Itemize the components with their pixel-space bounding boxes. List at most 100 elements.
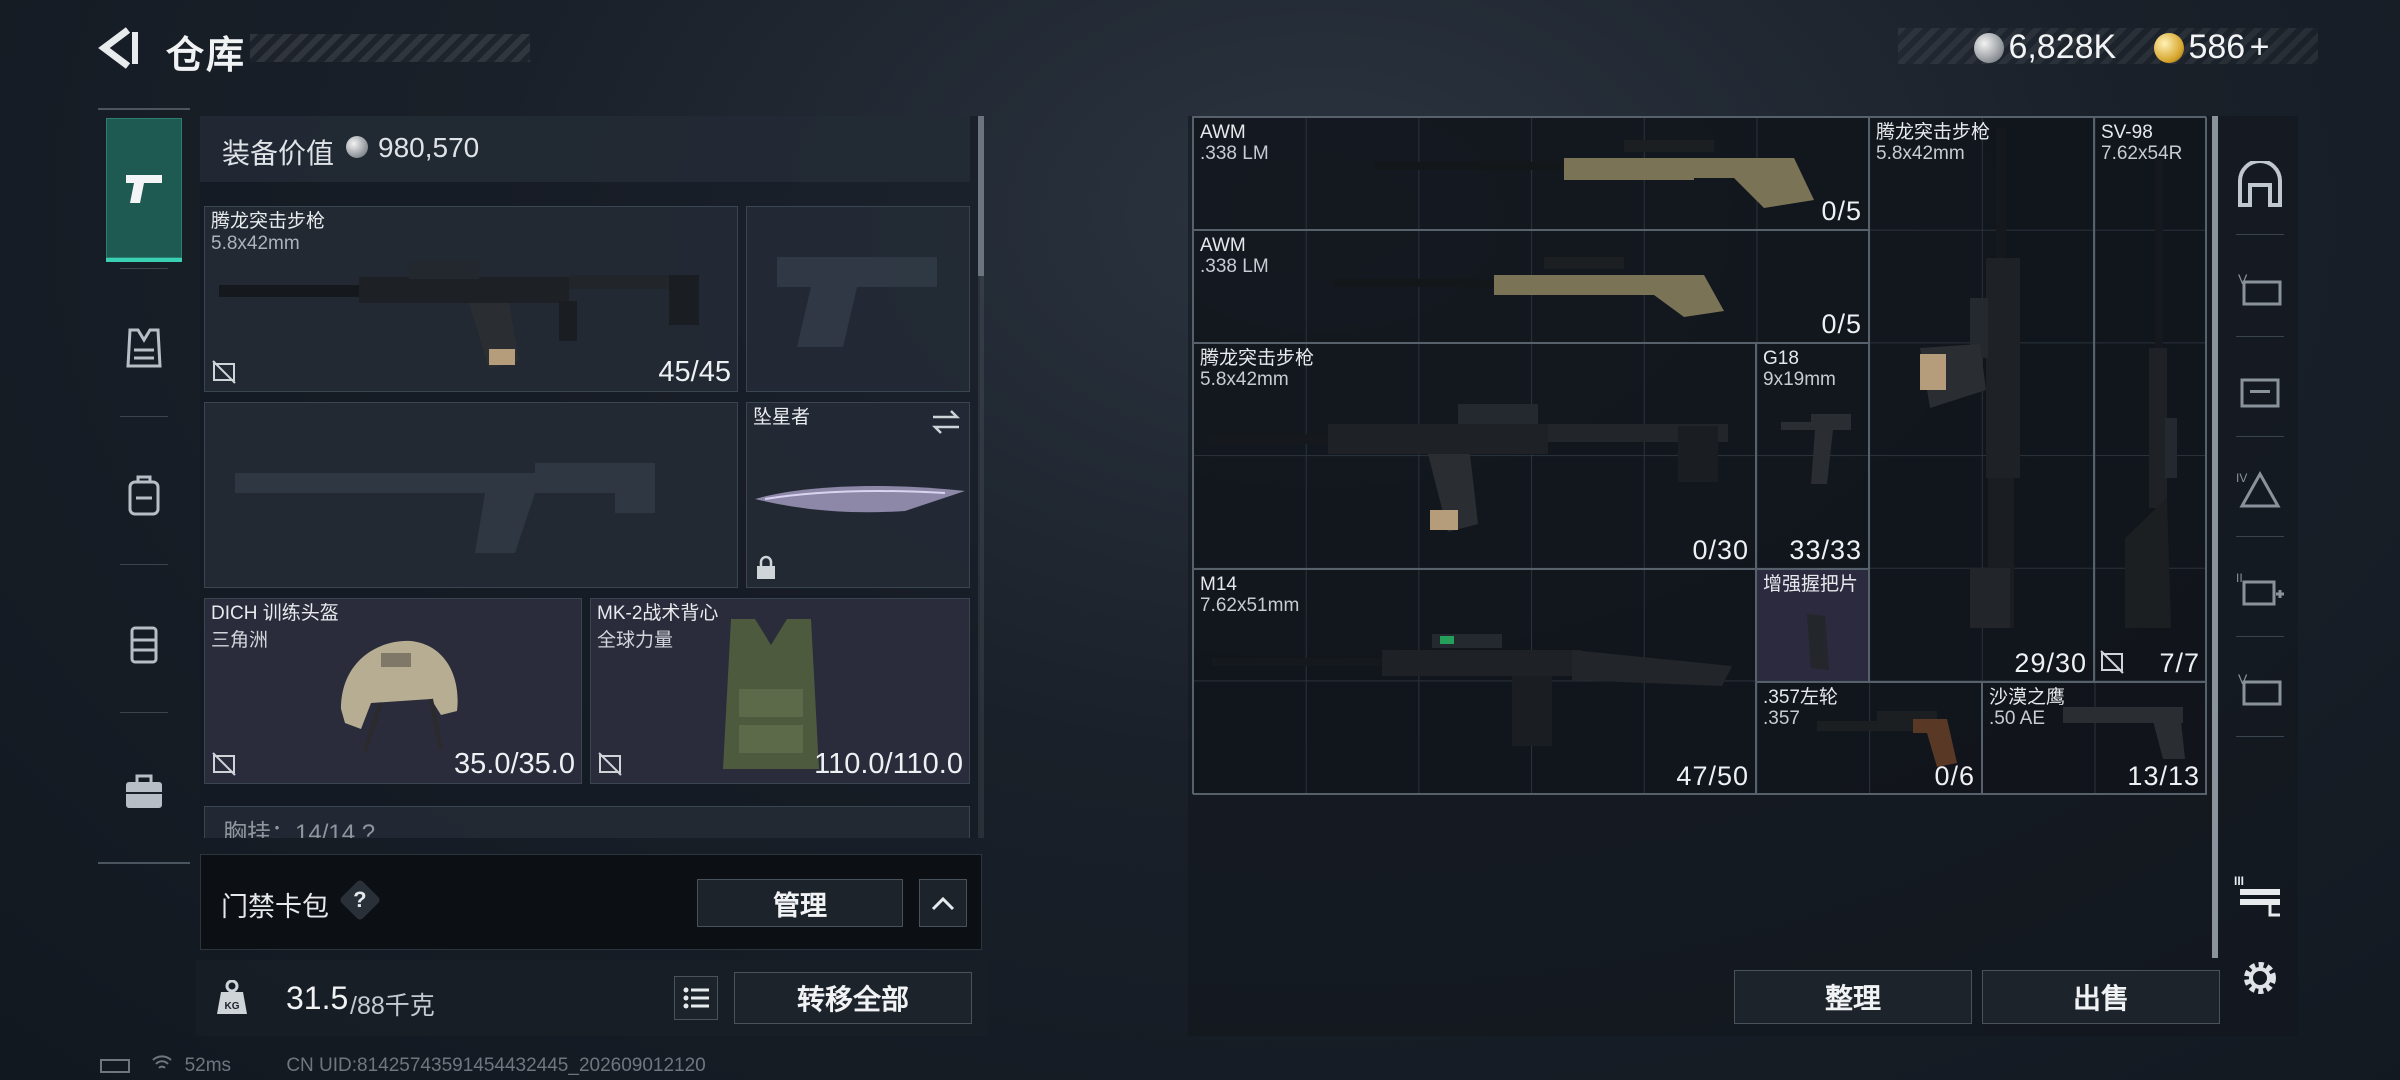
stash-home-icon bbox=[2238, 161, 2282, 207]
backpack-icon bbox=[128, 475, 160, 516]
svg-text:KG: KG bbox=[225, 1001, 240, 1012]
stash-pages-rail: V IV II V III bbox=[2222, 116, 2298, 1036]
assault-rifle-image bbox=[1920, 128, 2020, 628]
pistol-slot-empty[interactable] bbox=[746, 206, 970, 392]
category-weapons[interactable] bbox=[106, 118, 182, 262]
armor-durability: 110.0/110.0 bbox=[814, 748, 963, 780]
rail-tab-v2[interactable]: V bbox=[2232, 662, 2288, 718]
gold-amount: 586 bbox=[2188, 28, 2246, 66]
svg-text:II: II bbox=[2236, 571, 2243, 585]
category-armor-rig[interactable] bbox=[106, 278, 182, 418]
silver-currency: 6,828K bbox=[1974, 28, 2116, 67]
pistol-icon bbox=[126, 175, 162, 203]
no-insurance-icon bbox=[2100, 650, 2124, 674]
collapse-button[interactable] bbox=[919, 879, 967, 927]
rail-tab-iii-weapons[interactable]: III bbox=[2232, 868, 2288, 924]
access-card-label: 门禁卡包 bbox=[221, 892, 329, 922]
stash-grid: AWM .338 LM 0/5 AWM .338 LM 0/5 腾龙突击步枪 5… bbox=[1192, 116, 2207, 795]
chest-rig-slot[interactable]: 胸挂：14/14 ? bbox=[204, 806, 970, 838]
uid-text: CN UID:8142574359145443244​5_20260901212… bbox=[286, 1055, 706, 1077]
loadout-panel: 装备价值 980,570 腾龙突击步枪 5.8x42mm 45/45 坠星者 D… bbox=[200, 116, 980, 838]
secondary-weapon-slot-empty[interactable] bbox=[204, 402, 738, 588]
gold-coin-icon bbox=[2154, 32, 2184, 63]
silver-coin-icon bbox=[1974, 32, 2004, 63]
page-case-icon bbox=[2240, 378, 2280, 408]
stash-item-revolver[interactable]: .357左轮 .357 0/6 bbox=[1756, 682, 1982, 795]
settings-button[interactable] bbox=[2232, 950, 2288, 1006]
gold-currency[interactable]: 586 + bbox=[2154, 28, 2270, 67]
list-view-button[interactable] bbox=[674, 976, 718, 1020]
swap-icon[interactable] bbox=[931, 409, 961, 435]
no-insurance-icon bbox=[212, 752, 236, 776]
no-insurance-icon bbox=[598, 752, 622, 776]
chest-rig-icon bbox=[130, 626, 158, 664]
assault-rifle-image bbox=[1208, 404, 1728, 532]
knife-image bbox=[755, 485, 965, 513]
equipment-value-label: 装备价值 bbox=[222, 138, 335, 169]
pistol-placeholder-icon bbox=[777, 257, 937, 347]
page-iv-icon: IV bbox=[2236, 470, 2281, 508]
stash-item-assault-rifle-vertical[interactable]: 腾龙突击步枪 5.8x42mm 29/30 bbox=[1869, 117, 2094, 682]
weight-icon: KG bbox=[196, 960, 268, 1036]
helmet-durability: 35.0/35.0 bbox=[454, 748, 575, 780]
helmet-name: DICH 训练头盔 bbox=[211, 603, 339, 624]
manage-button[interactable]: 管理 bbox=[697, 879, 903, 927]
stash-item-assault-rifle[interactable]: 腾龙突击步枪 5.8x42mm 0/30 bbox=[1193, 343, 1756, 569]
add-currency-icon[interactable]: + bbox=[2250, 28, 2270, 66]
primary-weapon-slot[interactable]: 腾龙突击步枪 5.8x42mm 45/45 bbox=[204, 206, 738, 392]
help-icon[interactable]: ? bbox=[338, 878, 382, 922]
wifi-icon bbox=[151, 1054, 173, 1078]
page-title: 仓库 bbox=[166, 35, 247, 77]
category-case[interactable] bbox=[106, 722, 182, 862]
category-chest-rig[interactable] bbox=[106, 574, 182, 714]
chest-rig-capacity: 胸挂：14/14 ? bbox=[223, 820, 376, 838]
rifle-placeholder-icon bbox=[235, 463, 655, 553]
grip-image bbox=[1807, 614, 1829, 670]
back-icon[interactable] bbox=[98, 26, 142, 70]
sell-button[interactable]: 出售 bbox=[1982, 970, 2220, 1024]
loadout-scrollbar[interactable] bbox=[978, 116, 984, 276]
carry-weight-row: KG 31.5 /88千克 转移全部 bbox=[196, 960, 988, 1036]
rail-tab-main[interactable] bbox=[2232, 156, 2288, 212]
helmet-slot[interactable]: DICH 训练头盔 三角洲 35.0/35.0 bbox=[204, 598, 582, 784]
svg-text:III: III bbox=[2234, 874, 2244, 888]
list-icon bbox=[683, 987, 709, 1009]
page-medical-icon: II bbox=[2236, 571, 2284, 606]
lock-icon bbox=[757, 555, 775, 579]
sort-button[interactable]: 整理 bbox=[1734, 970, 1972, 1024]
rail-tab-ii[interactable]: II bbox=[2232, 562, 2288, 618]
weapon-ammo-count: 45/45 bbox=[658, 356, 731, 388]
sniper-rifle-image bbox=[1374, 140, 1814, 208]
sniper-rifle-image bbox=[1334, 257, 1724, 317]
stash-item-desert-eagle[interactable]: 沙漠之鹰 .50 AE 13/13 bbox=[1982, 682, 2207, 795]
pistol-image bbox=[2063, 707, 2185, 759]
category-backpack[interactable] bbox=[106, 426, 182, 566]
transfer-all-button[interactable]: 转移全部 bbox=[734, 972, 972, 1024]
category-sidebar bbox=[98, 108, 190, 864]
equipment-value-row: 装备价值 980,570 bbox=[200, 116, 970, 182]
status-bar: 52ms CN UID:8142574359145443244​5_202609… bbox=[100, 1054, 706, 1078]
max-weight: /88千克 bbox=[350, 992, 435, 1020]
stash-item-grip-panel[interactable]: 增强握把片 bbox=[1756, 569, 1869, 682]
briefcase-icon bbox=[126, 774, 162, 808]
value-coin-icon bbox=[346, 136, 368, 158]
helmet-faction: 三角洲 bbox=[211, 630, 269, 651]
vest-icon bbox=[126, 328, 162, 368]
melee-slot[interactable]: 坠星者 bbox=[746, 402, 970, 588]
rail-tab-iv[interactable]: IV bbox=[2232, 462, 2288, 518]
rail-tab-i[interactable] bbox=[2232, 362, 2288, 418]
title-decoration bbox=[250, 34, 530, 62]
no-insurance-icon bbox=[212, 360, 236, 384]
stash-item-awm-2[interactable]: AWM .338 LM 0/5 bbox=[1193, 230, 1869, 343]
svg-text:IV: IV bbox=[2236, 471, 2247, 485]
equipment-value: 980,570 bbox=[378, 132, 480, 163]
stash-item-sv98[interactable]: SV-98 7.62x54R 7/7 bbox=[2094, 117, 2207, 682]
stash-item-awm-1[interactable]: AWM .338 LM 0/5 bbox=[1193, 117, 1869, 230]
stash-scrollbar[interactable] bbox=[2212, 116, 2218, 958]
armor-slot[interactable]: MK-2战术背心 全球力量 110.0/110.0 bbox=[590, 598, 970, 784]
rail-tab-v1[interactable]: V bbox=[2232, 262, 2288, 318]
battle-rifle-image bbox=[1212, 634, 1732, 746]
stash-item-m14[interactable]: M14 7.62x51mm 47/50 bbox=[1193, 569, 1756, 795]
stash-item-g18[interactable]: G18 9x19mm 33/33 bbox=[1756, 343, 1869, 569]
page-v-icon: V bbox=[2238, 671, 2282, 706]
